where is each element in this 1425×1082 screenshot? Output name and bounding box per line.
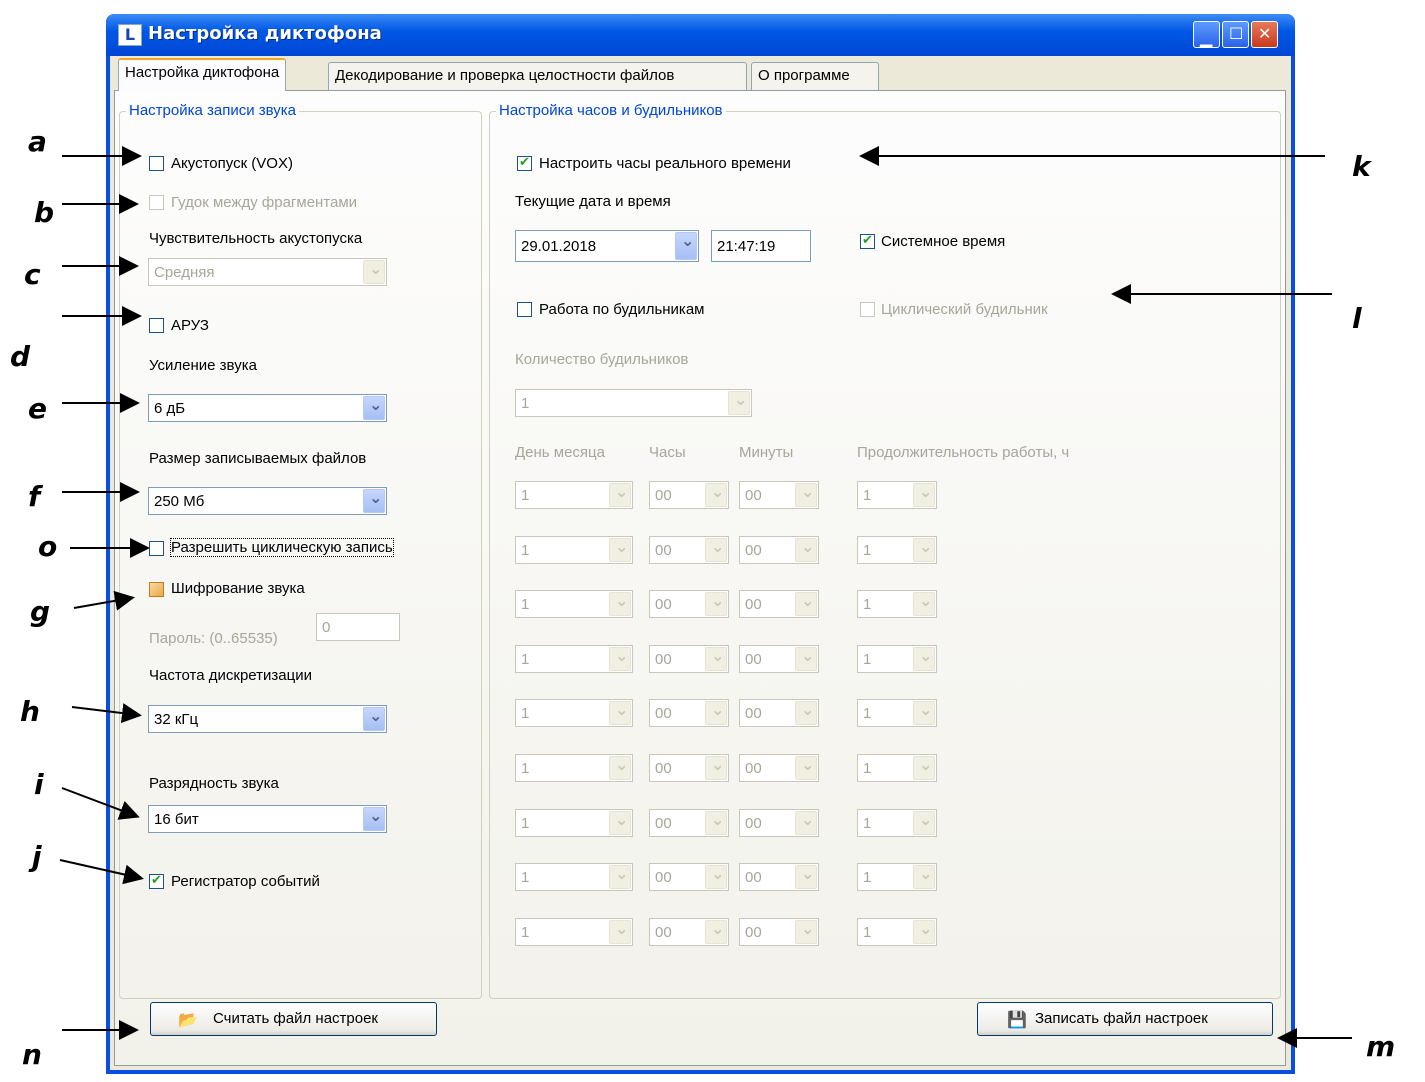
arrow-i [61,787,140,820]
annotation-c: c [24,258,41,291]
annotation-m: m [1366,1030,1396,1063]
annotation-d: d [10,340,31,373]
tab-recorder-settings[interactable]: Настройка диктофона [118,58,287,91]
annotation-arrows [59,146,1352,1048]
annotation-b: b [34,196,55,229]
annotation-j: j [32,840,42,873]
annotation-i: i [34,768,44,801]
annotation-f: f [28,480,41,513]
arrow-g [73,590,135,611]
annotation-k: k [1352,150,1371,183]
annotation-g: g [30,595,51,628]
annotation-n: n [22,1038,42,1071]
arrow-j [59,859,144,885]
annotation-e: e [28,392,47,425]
arrow-h [71,703,142,724]
annotation-h: h [20,695,40,728]
annotation-o: o [38,530,58,563]
annotation-l: l [1352,302,1362,335]
annotation-a: a [28,125,47,158]
